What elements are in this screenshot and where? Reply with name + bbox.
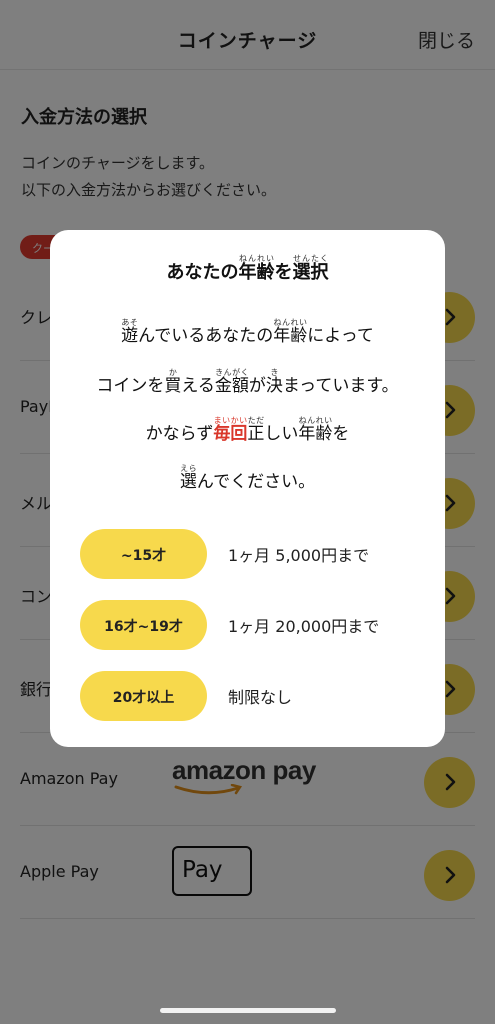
- age-16-19-button[interactable]: 16才~19才: [80, 600, 207, 650]
- age-limit-text: 1ヶ月 5,000円まで: [228, 546, 370, 565]
- age-limit-text: 制限なし: [228, 688, 293, 707]
- title-ruby-nenrei: 年齢ねんれい: [238, 254, 275, 283]
- age-option-row: 16才~19才 1ヶ月 20,000円まで: [80, 600, 420, 650]
- kanji: 決: [265, 376, 283, 396]
- ruby-maikai-highlight: 毎回まいかい: [213, 416, 248, 444]
- ruby-erabu: 選えら: [179, 464, 197, 492]
- title-kanji-sentaku: 選択: [292, 262, 329, 283]
- furigana: きんがく: [214, 368, 249, 377]
- message-text: しい: [264, 424, 299, 444]
- message-text: によって: [307, 326, 374, 346]
- ruby-nenrei: 年齢ねんれい: [298, 416, 333, 444]
- age-option-row: 20才以上 制限なし: [80, 671, 420, 721]
- age-limit-text: 1ヶ月 20,000円まで: [228, 617, 380, 636]
- kanji: 金額: [214, 376, 249, 396]
- title-text: あなたの: [166, 262, 239, 283]
- age-selection-dialog: あなたの年齢ねんれいを選択せんたく 遊あそんでいるあなたの年齢ねんれいによって …: [50, 230, 445, 747]
- message-text: が: [248, 376, 266, 396]
- furigana: ねんれい: [298, 416, 333, 425]
- message-text: んでください。: [196, 472, 316, 492]
- message-text: を: [332, 424, 350, 444]
- dialog-message-line-4: 選えらんでください。: [50, 464, 445, 492]
- message-text: コインを: [96, 376, 165, 396]
- dialog-message-line-1: 遊あそんでいるあなたの年齢ねんれいによって: [50, 318, 445, 346]
- furigana: ねんれい: [273, 318, 308, 327]
- age-under-15-button[interactable]: ~15才: [80, 529, 207, 579]
- age-20-plus-button[interactable]: 20才以上: [80, 671, 207, 721]
- ruby-asobu: 遊あそ: [121, 318, 139, 346]
- home-indicator: [160, 1008, 336, 1013]
- title-ruby-sentaku: 選択せんたく: [292, 254, 329, 283]
- ruby-kimaru: 決き: [265, 368, 283, 396]
- dialog-title: あなたの年齢ねんれいを選択せんたく: [50, 254, 445, 284]
- title-text: を: [274, 262, 293, 283]
- kanji: 毎回: [213, 424, 248, 444]
- kanji: 年齢: [298, 424, 333, 444]
- furigana: えら: [179, 464, 197, 473]
- dialog-message-line-3: かならず毎回まいかい正ただしい年齢ねんれいを: [50, 416, 445, 444]
- furigana: あそ: [121, 318, 139, 327]
- furigana: き: [265, 368, 283, 377]
- furigana: せんたく: [292, 254, 329, 263]
- kanji: 正: [247, 424, 265, 444]
- ruby-tadashii: 正ただ: [247, 416, 265, 444]
- furigana: ただ: [247, 416, 265, 425]
- ruby-kau: 買か: [164, 368, 182, 396]
- ruby-nenrei: 年齢ねんれい: [273, 318, 308, 346]
- age-option-row: ~15才 1ヶ月 5,000円まで: [80, 529, 420, 579]
- dialog-message-line-2: コインを買かえる金額きんがくが決きまっています。: [50, 368, 445, 396]
- title-kanji-nenrei: 年齢: [238, 262, 275, 283]
- message-text: える: [181, 376, 215, 396]
- kanji: 遊: [121, 326, 139, 346]
- furigana: まいかい: [213, 416, 248, 425]
- furigana: か: [164, 368, 182, 377]
- message-text: まっています。: [282, 376, 399, 396]
- message-text: かならず: [145, 424, 214, 444]
- kanji: 買: [164, 376, 182, 396]
- ruby-kingaku: 金額きんがく: [214, 368, 249, 396]
- kanji: 年齢: [273, 326, 308, 346]
- kanji: 選: [179, 472, 197, 492]
- message-text: んでいるあなたの: [138, 326, 274, 346]
- furigana: ねんれい: [238, 254, 275, 263]
